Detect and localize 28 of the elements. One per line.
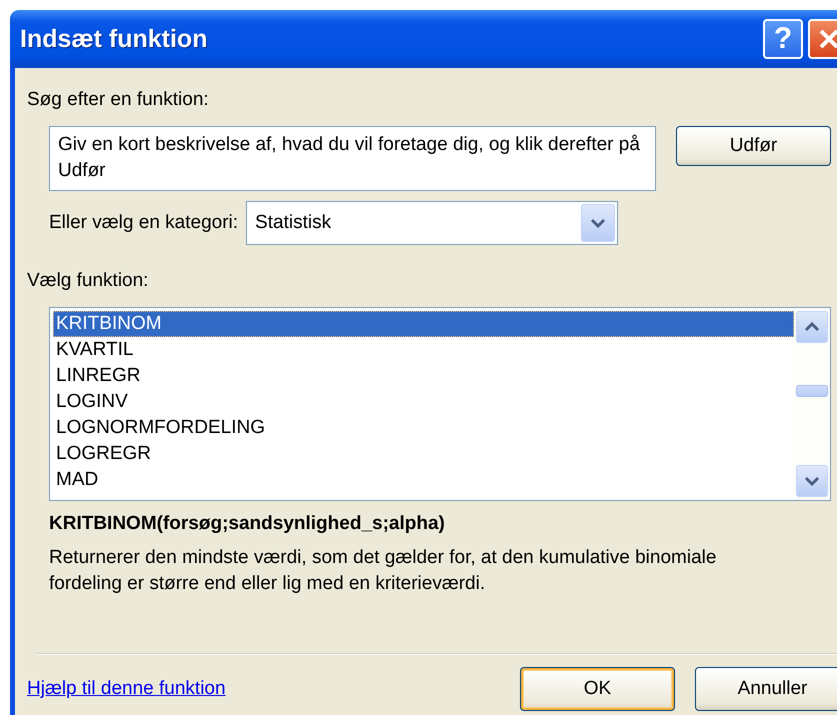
list-item[interactable]: LOGREGR xyxy=(53,441,794,467)
close-icon xyxy=(817,27,837,51)
search-field[interactable]: Giv en kort beskrivelse af, hvad du vil foretage dig, og klik derefter på Udfør xyxy=(49,126,656,191)
list-item[interactable]: MAD xyxy=(53,467,794,493)
help-link[interactable]: Hjælp til denne funktion xyxy=(27,678,500,700)
go-button[interactable]: Udfør xyxy=(676,126,831,166)
chevron-down-icon xyxy=(804,475,820,487)
list-item[interactable]: KVARTIL xyxy=(53,337,794,363)
chevron-down-icon xyxy=(590,217,606,229)
window-title: Indsæt funktion xyxy=(20,24,208,54)
search-label: Søg efter en funktion: xyxy=(27,88,210,112)
list-item[interactable]: LOGNORMFORDELING xyxy=(53,415,794,441)
scroll-thumb[interactable] xyxy=(796,385,828,397)
function-description: Returnerer den mindste værdi, som det gælder for, at den kumulative binomiale fordeling er større end eller lig med en kriterieværdi. xyxy=(49,546,718,596)
category-dropdown[interactable]: Statistisk xyxy=(246,201,618,245)
list-item[interactable]: LOGINV xyxy=(53,389,794,415)
scrollbar[interactable] xyxy=(794,308,830,500)
dropdown-button[interactable] xyxy=(581,204,616,242)
ok-button[interactable]: OK xyxy=(520,667,675,711)
scroll-down-button[interactable] xyxy=(796,465,828,497)
function-signature: KRITBINOM(forsøg;sandsynlighed_s;alpha) xyxy=(49,513,446,535)
list-item[interactable]: LINREGR xyxy=(53,363,794,389)
category-label: Eller vælg en kategori: xyxy=(49,212,238,234)
scroll-up-button[interactable] xyxy=(796,311,828,343)
list-item[interactable]: KRITBINOM xyxy=(53,311,794,337)
function-list-label: Vælg funktion: xyxy=(27,269,150,293)
chevron-up-icon xyxy=(804,321,820,333)
cancel-button[interactable]: Annuller xyxy=(695,667,837,711)
